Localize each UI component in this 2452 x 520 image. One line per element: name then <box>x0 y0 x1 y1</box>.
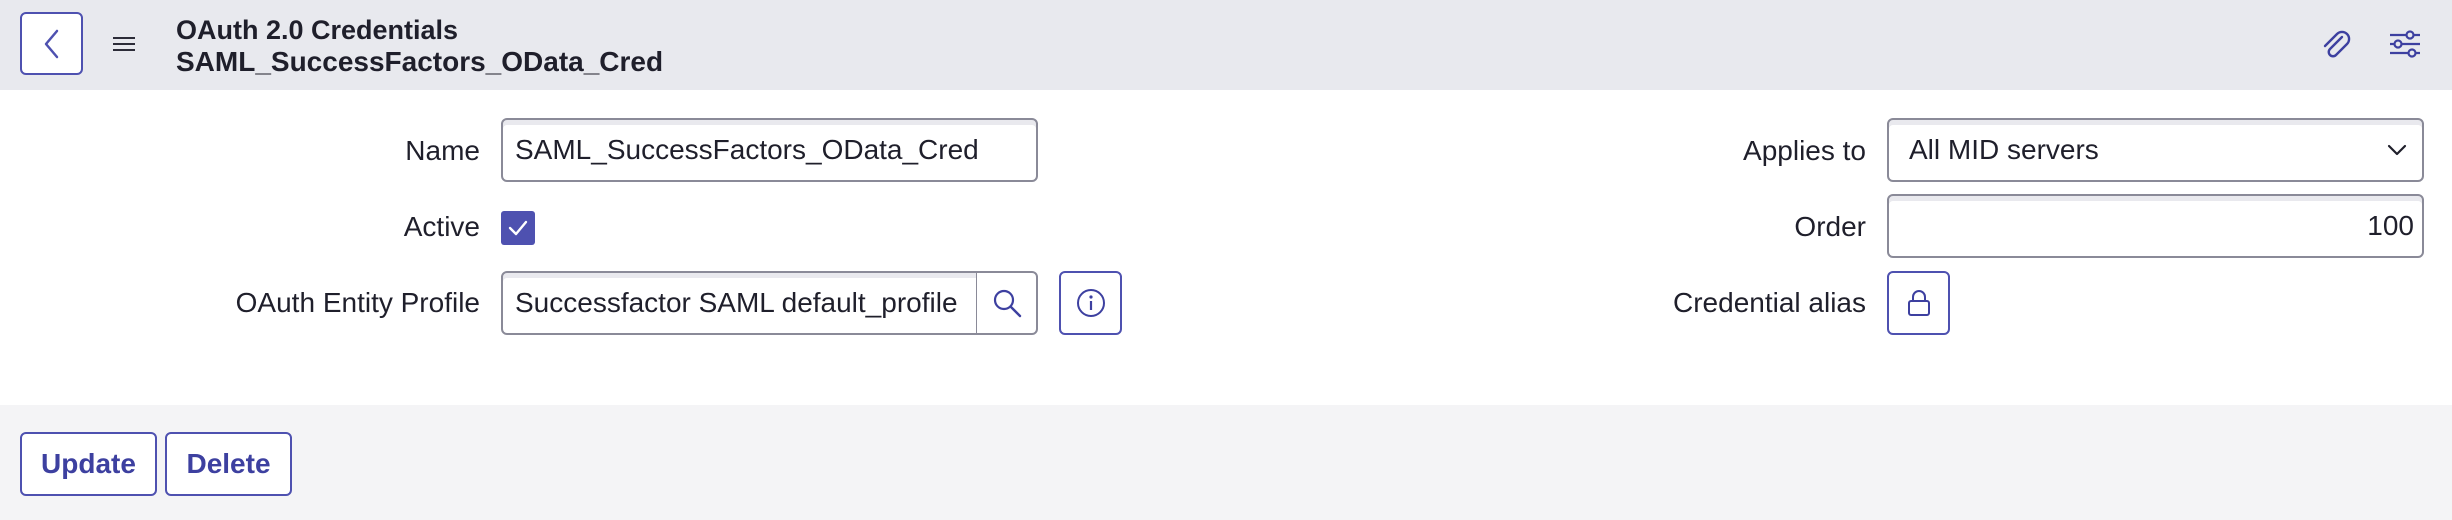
applies-to-select[interactable]: All MID servers <box>1887 118 2424 182</box>
delete-button[interactable]: Delete <box>165 432 292 496</box>
oauth-entity-profile-field[interactable]: Successfactor SAML default_profile <box>501 271 978 335</box>
name-label: Name <box>405 135 480 166</box>
search-icon <box>993 289 1021 318</box>
update-button[interactable]: Update <box>20 432 157 496</box>
checkmark-icon <box>508 220 528 236</box>
oauth-entity-profile-label: OAuth Entity Profile <box>235 287 480 318</box>
active-checkbox[interactable] <box>501 211 535 245</box>
applies-to-label: Applies to <box>1743 135 1866 166</box>
form-header: OAuth 2.0 Credentials SAML_SuccessFactor… <box>0 0 2452 90</box>
order-label: Order <box>1794 211 1866 242</box>
chevron-left-icon <box>44 29 58 58</box>
chevron-down-icon <box>2387 144 2407 156</box>
paperclip-icon[interactable] <box>2316 25 2354 63</box>
back-button[interactable] <box>20 12 83 75</box>
form-footer <box>0 405 2452 520</box>
sliders-icon[interactable] <box>2386 25 2424 63</box>
order-field[interactable]: 100 <box>1887 194 2424 258</box>
preview-record-button[interactable] <box>1059 271 1122 335</box>
record-type-title: OAuth 2.0 Credentials <box>176 15 459 45</box>
lock-icon <box>1907 290 1930 316</box>
credential-alias-lock-button[interactable] <box>1887 271 1950 335</box>
record-name-title: SAML_SuccessFactors_OData_Cred <box>176 46 664 77</box>
hamburger-icon[interactable] <box>110 30 138 58</box>
page-title: OAuth 2.0 Credentials SAML_SuccessFactor… <box>176 14 663 78</box>
lookup-button[interactable] <box>976 271 1038 335</box>
active-label: Active <box>403 211 480 242</box>
name-field[interactable]: SAML_SuccessFactors_OData_Cred <box>501 118 1038 182</box>
applies-to-value: All MID servers <box>1909 134 2099 165</box>
credential-alias-label: Credential alias <box>1673 287 1866 318</box>
info-icon <box>1076 289 1105 317</box>
